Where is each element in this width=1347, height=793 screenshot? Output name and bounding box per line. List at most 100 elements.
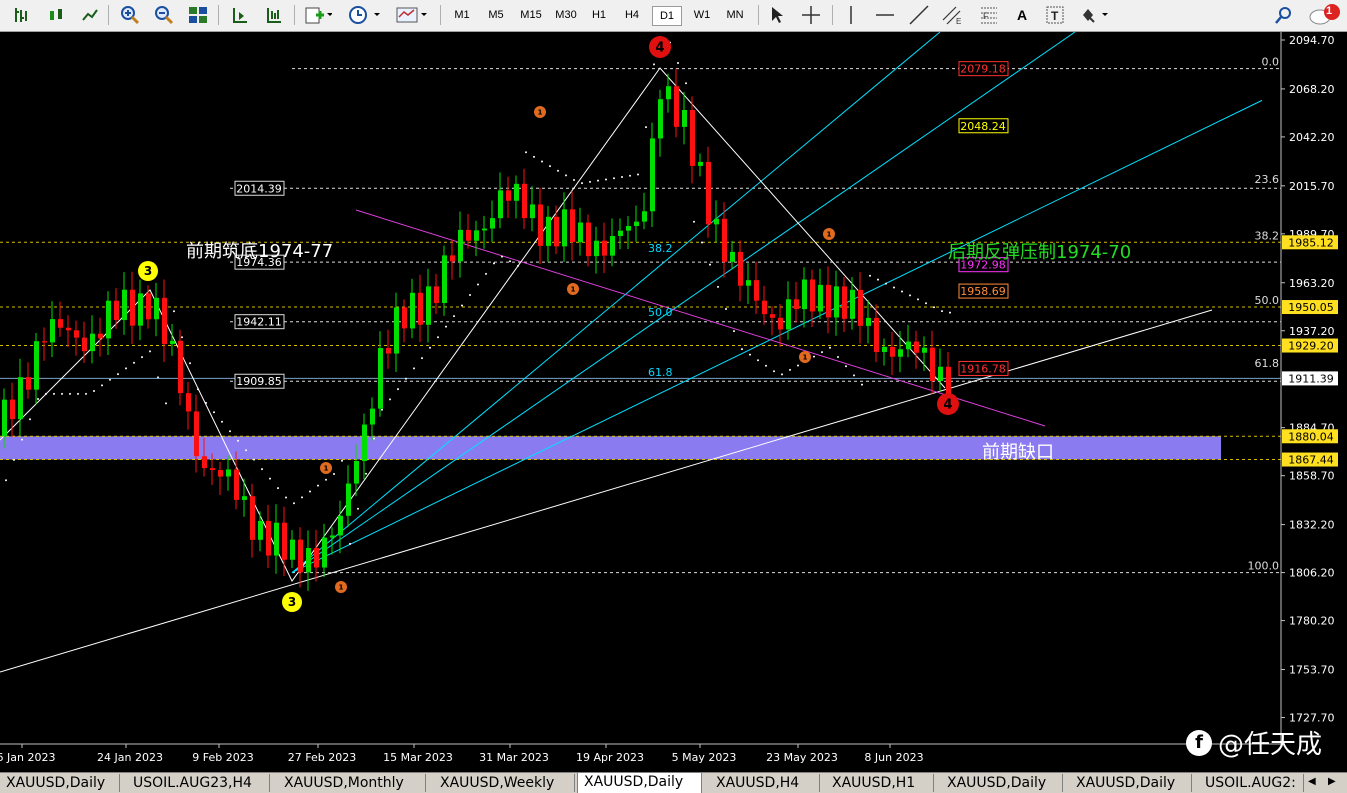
sar-dot [445, 325, 447, 328]
candle-body [626, 226, 631, 231]
sar-dot [949, 311, 951, 314]
price-tag-text: 2079.18 [960, 63, 1006, 76]
timeframe-m30-button[interactable]: M30 [550, 6, 582, 24]
horizontal-line-icon[interactable] [872, 4, 898, 26]
chart-tab-active[interactable]: XAUUSD,Daily [577, 772, 702, 793]
candle-body [90, 333, 95, 352]
timeframe-m15-button[interactable]: M15 [515, 6, 547, 24]
sar-dot [493, 262, 495, 265]
candle-body [474, 230, 479, 241]
candle-body [858, 289, 863, 326]
sar-dot [469, 293, 471, 296]
sar-dot [109, 378, 111, 381]
timeframe-h1-button[interactable]: H1 [585, 6, 613, 24]
candle-body [666, 86, 671, 100]
timeframe-m1-button[interactable]: M1 [448, 6, 476, 24]
timeframe-h4-button[interactable]: H4 [618, 6, 646, 24]
svg-text:F: F [983, 11, 989, 21]
chart-tab[interactable]: XAUUSD,Daily [0, 774, 120, 792]
chart-tab[interactable]: USOIL.AUG2: [1199, 774, 1304, 792]
tile-windows-icon[interactable] [186, 4, 210, 26]
chart-tab[interactable]: XAUUSD,Daily [941, 774, 1063, 792]
sar-dot [245, 449, 247, 452]
line-chart-icon[interactable] [78, 4, 102, 26]
sar-dot [181, 336, 183, 339]
sar-dot [5, 479, 7, 482]
sar-dot [261, 468, 263, 471]
date-tick-label: 19 Apr 2023 [576, 751, 644, 764]
vertical-line-icon[interactable] [840, 4, 862, 26]
autoscroll-icon[interactable] [262, 4, 286, 26]
zoom-in-icon[interactable] [118, 4, 142, 26]
chart-tab[interactable]: XAUUSD,Monthly [278, 774, 426, 792]
chart-tab[interactable]: XAUUSD,Weekly [434, 774, 575, 792]
sar-dot [573, 178, 575, 181]
tab-scroll-left-icon[interactable]: ◀ [1308, 776, 1316, 787]
price-tick-label: 1780.20 [1289, 615, 1335, 628]
candle-body [218, 470, 223, 477]
candle-body [834, 286, 839, 318]
price-tick-label: 2068.20 [1289, 83, 1335, 96]
search-icon[interactable] [1272, 4, 1296, 26]
sar-dot [757, 359, 759, 362]
chart-tab[interactable]: XAUUSD,Daily [1070, 774, 1192, 792]
timeframe-mn-button[interactable]: MN [720, 6, 750, 24]
sar-dot [149, 350, 151, 353]
timeframe-m5-button[interactable]: M5 [482, 6, 510, 24]
chart-tab[interactable]: USOIL.AUG23,H4 [127, 774, 270, 792]
chart-tab[interactable]: XAUUSD,H4 [710, 774, 820, 792]
tab-scroll-right-icon[interactable]: ▶ [1328, 776, 1336, 787]
chart-tab[interactable]: XAUUSD,H1 [826, 774, 934, 792]
candle-body [242, 496, 247, 500]
sar-dot [205, 401, 207, 404]
candle-body [106, 300, 111, 339]
date-tick-label: 9 Feb 2023 [192, 751, 253, 764]
candle-body [674, 86, 679, 127]
sar-dot [925, 302, 927, 305]
timeframe-d1-button[interactable]: D1 [652, 6, 682, 26]
candle-body [898, 349, 903, 357]
candle-body [282, 522, 287, 560]
price-tick-label: 1753.70 [1289, 664, 1335, 677]
timeframe-w1-button[interactable]: W1 [687, 6, 717, 24]
channel-tool-icon[interactable]: E [940, 4, 966, 26]
text-box-icon[interactable]: T [1044, 4, 1066, 26]
sar-dot [645, 126, 647, 129]
text-label-icon[interactable]: A [1012, 4, 1032, 26]
sar-dot [413, 367, 415, 370]
shapes-icon[interactable] [1078, 4, 1112, 26]
candle-chart-icon[interactable] [44, 4, 68, 26]
sar-dot [357, 507, 359, 510]
fib-center-label: 38.2 [648, 242, 673, 255]
chat-icon[interactable]: 1 [1306, 4, 1342, 26]
candle-body [458, 229, 463, 262]
candle-body [842, 286, 847, 319]
history-clock-icon[interactable] [346, 4, 382, 26]
price-tick-label: 1832.20 [1289, 519, 1335, 532]
sar-dot [621, 175, 623, 178]
price-chart[interactable]: 0.0 23.6 38.2 50.0 61.8 100.0 38.2 50.0 61.8 2014… [0, 32, 1347, 772]
chart-shift-icon[interactable] [228, 4, 252, 26]
date-tick-label: 8 Jun 2023 [864, 751, 923, 764]
sar-dot [165, 402, 167, 405]
new-order-icon[interactable] [302, 4, 334, 26]
candle-body [162, 297, 167, 345]
candle-body [186, 393, 191, 412]
sub-wave-1-label: 1 [338, 583, 343, 592]
sub-wave-1-label: 1 [323, 464, 328, 473]
indicator-icon[interactable] [394, 4, 430, 26]
sar-dot [797, 364, 799, 367]
candle-body [642, 211, 647, 222]
sar-dot [325, 478, 327, 481]
sar-dot [845, 365, 847, 368]
cursor-icon[interactable] [766, 4, 788, 26]
fibo-icon[interactable]: F [976, 4, 1002, 26]
price-tick-label: 1937.20 [1289, 325, 1335, 338]
crosshair-icon[interactable] [798, 4, 824, 26]
sar-dot [733, 330, 735, 333]
trendline-icon[interactable] [906, 4, 932, 26]
candle-body [450, 255, 455, 262]
sar-dot [365, 472, 367, 475]
zoom-out-icon[interactable] [152, 4, 176, 26]
bar-chart-icon[interactable] [10, 4, 34, 26]
